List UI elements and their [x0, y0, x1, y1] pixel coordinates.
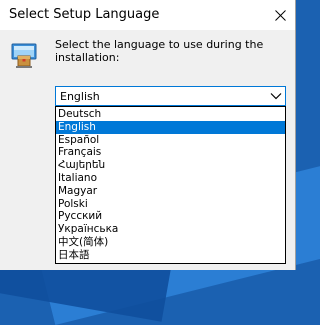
instruction-text: Select the language to use during the in… — [55, 38, 264, 64]
language-option-francais[interactable]: Français — [56, 146, 285, 159]
language-option-italiano[interactable]: Italiano — [56, 172, 285, 185]
language-option-ukrainian[interactable]: Українська — [56, 223, 285, 236]
close-icon — [275, 9, 286, 21]
language-option-english[interactable]: English — [56, 120, 285, 134]
language-option-magyar[interactable]: Magyar — [56, 185, 285, 198]
language-option-deutsch[interactable]: Deutsch — [56, 108, 285, 121]
language-option-russian[interactable]: Русский — [56, 210, 285, 223]
language-option-japanese[interactable]: 日本語 — [56, 249, 285, 262]
language-option-polski[interactable]: Polski — [56, 198, 285, 211]
language-select[interactable]: English — [55, 86, 286, 106]
window-title: Select Setup Language — [9, 7, 160, 22]
setup-computer-icon — [11, 43, 37, 68]
setup-language-dialog: Select Setup Language Select the languag… — [0, 0, 296, 270]
language-option-chinese-simplified[interactable]: 中文(简体) — [56, 236, 285, 249]
chevron-down-icon[interactable] — [270, 92, 282, 100]
language-dropdown-list[interactable]: Deutsch English Español Français Հայերեն… — [55, 106, 286, 264]
title-bar: Select Setup Language — [0, 0, 295, 30]
language-option-espanol[interactable]: Español — [56, 134, 285, 147]
selected-language: English — [60, 90, 100, 103]
close-button[interactable] — [266, 1, 295, 29]
language-option-armenian[interactable]: Հայերեն — [56, 159, 285, 172]
